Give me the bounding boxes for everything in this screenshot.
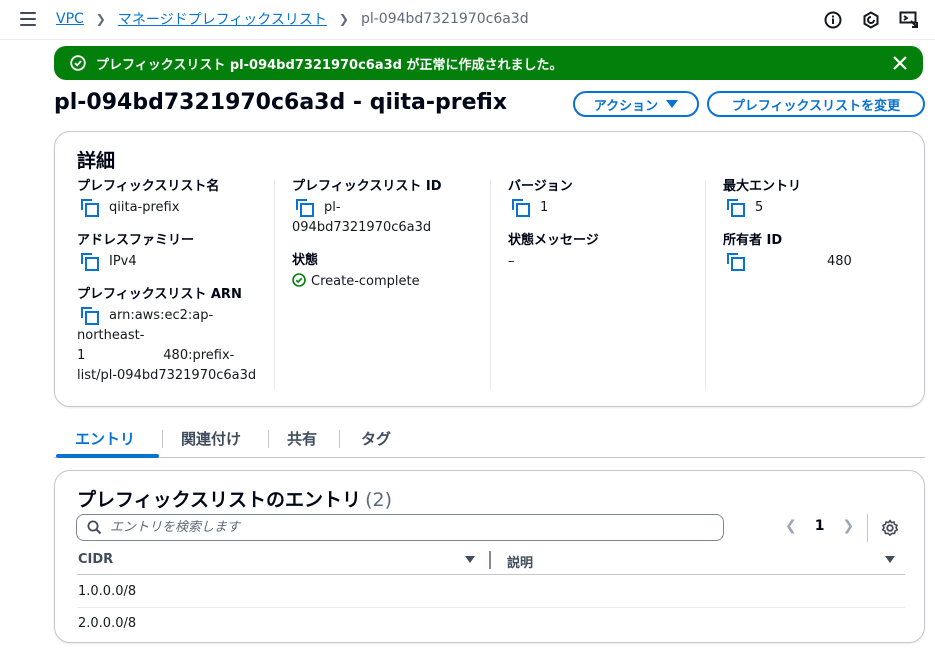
details-container: 詳細 プレフィックスリスト名 qiita-prefix アドレスファミリー IP… [54,131,925,407]
entries-heading: プレフィックスリストのエントリ [77,489,362,511]
search-input[interactable] [110,520,690,535]
prefix-list-id-value-2: 094bd7321970c6a3d [292,220,432,235]
arn-value-line-4: list/pl-094bd7321970c6a3d [77,368,257,383]
modify-button-label: プレフィックスリストを変更 [731,98,901,114]
arn-value-line-3a: 1 [77,348,86,363]
details-heading: 詳細 [77,150,116,172]
copy-icon[interactable] [512,199,530,217]
chevron-right-icon: ❯ [338,12,349,26]
state-value: Create-complete [311,274,420,289]
caret-down-icon [666,100,679,108]
breadcrumb-vpc[interactable]: VPC [56,11,84,27]
arn-value-line-2: northeast- [77,328,145,343]
tab-tags[interactable]: タグ [361,428,391,449]
status-success-icon [292,273,306,287]
state-message-label: 状態メッセージ [508,233,599,248]
feedback-icon[interactable] [899,10,919,30]
gear-icon[interactable] [881,519,899,537]
page-number[interactable]: 1 [815,518,825,534]
search-icon [87,520,102,535]
info-icon[interactable] [823,10,843,30]
state-label: 状態 [292,253,319,268]
column-resizer[interactable] [489,551,491,569]
arn-value-line-3b: 480:prefix- [163,348,235,363]
version-label: バージョン [508,179,573,194]
actions-button-label: アクション [593,98,659,114]
success-flashbar: プレフィックスリスト pl-094bd7321970c6a3d が正常に作成され… [54,46,923,80]
version-value: 1 [540,200,549,215]
table-row: 2.0.0.0/8 [77,608,905,640]
owner-id-value: 480 [827,254,852,269]
previous-page-icon[interactable]: ❮ [785,518,797,534]
prefix-list-name-label: プレフィックスリスト名 [77,179,220,194]
table-row: 1.0.0.0/8 [77,576,905,608]
sort-down-icon[interactable] [885,556,895,563]
page-title: pl-094bd7321970c6a3d - qiita-prefix [54,90,508,115]
cidr-cell: 2.0.0.0/8 [78,616,137,631]
top-navigation: VPC ❯ マネージドプレフィックスリスト ❯ pl-094bd7321970c… [0,0,935,40]
actions-dropdown-button[interactable]: アクション [573,91,699,117]
cidr-cell: 1.0.0.0/8 [78,584,137,599]
entries-container: プレフィックスリストのエントリ(2) ❮ 1 ❯ CIDR 説明 1.0.0.0… [54,470,925,643]
copy-icon[interactable] [727,199,745,217]
prefix-list-name-value: qiita-prefix [109,200,180,215]
breadcrumb: VPC ❯ マネージドプレフィックスリスト ❯ pl-094bd7321970c… [56,9,529,29]
max-entries-value: 5 [755,200,764,215]
prefix-list-id-value-1: pl- [324,200,341,215]
prefix-list-arn-label: プレフィックスリスト ARN [77,287,242,302]
address-family-label: アドレスファミリー [77,233,195,248]
close-icon[interactable] [891,54,909,72]
copy-icon[interactable] [81,307,99,325]
breadcrumb-current: pl-094bd7321970c6a3d [360,11,529,27]
copy-icon[interactable] [81,199,99,217]
hamburger-icon[interactable] [20,12,36,26]
modify-prefix-list-button[interactable]: プレフィックスリストを変更 [707,91,925,117]
tab-list: エントリ 関連付け 共有 タグ [54,420,925,458]
column-header-cidr[interactable]: CIDR [78,552,113,567]
tab-sharing[interactable]: 共有 [287,428,317,449]
tab-associations[interactable]: 関連付け [181,428,241,449]
column-header-description[interactable]: 説明 [507,552,533,571]
pagination: ❮ 1 ❯ [785,518,854,534]
sort-down-icon[interactable] [465,556,475,563]
flash-message: プレフィックスリスト pl-094bd7321970c6a3d が正常に作成され… [96,57,563,73]
max-entries-label: 最大エントリ [723,179,802,194]
copy-icon[interactable] [81,253,99,271]
entries-count: (2) [365,489,392,511]
table-header: CIDR 説明 [77,547,905,575]
notification-icon[interactable] [861,10,881,30]
copy-icon[interactable] [296,199,314,217]
copy-icon[interactable] [727,253,745,271]
active-tab-indicator [56,454,159,458]
arn-value-line-1: arn:aws:ec2:ap- [109,308,214,323]
search-field[interactable] [76,514,724,541]
success-check-icon [70,55,86,71]
next-page-icon[interactable]: ❯ [842,518,854,534]
breadcrumb-managed-prefix-lists[interactable]: マネージドプレフィックスリスト [118,9,327,29]
tab-entries[interactable]: エントリ [75,428,135,449]
prefix-list-id-label: プレフィックスリスト ID [292,179,442,194]
chevron-right-icon: ❯ [95,12,106,26]
owner-id-label: 所有者 ID [723,233,783,248]
state-message-value: – [508,254,515,269]
address-family-value: IPv4 [109,254,137,269]
